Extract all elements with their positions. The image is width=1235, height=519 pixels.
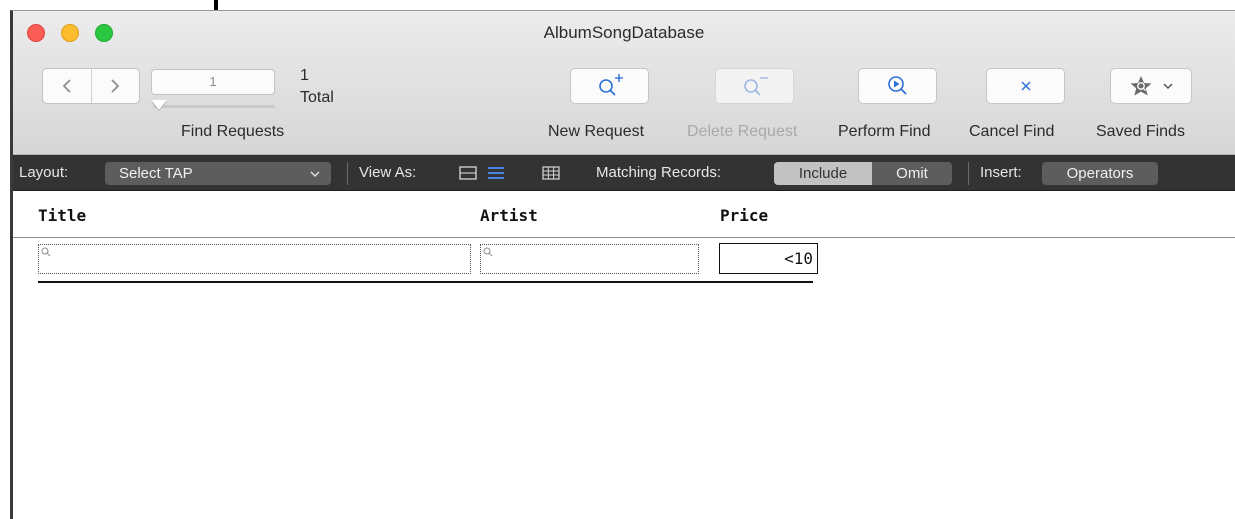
column-header-artist: Artist xyxy=(480,206,538,225)
cancel-find-button[interactable] xyxy=(986,68,1065,104)
magnifier-plus-icon xyxy=(598,74,623,96)
matching-records-label: Matching Records: xyxy=(596,164,722,181)
form-view-icon[interactable] xyxy=(459,165,477,181)
divider xyxy=(347,162,348,185)
chevron-right-icon xyxy=(111,79,120,93)
request-count: 1 xyxy=(300,67,309,84)
edge-mark xyxy=(214,0,218,10)
saved-finds-button[interactable] xyxy=(1110,68,1192,104)
view-as-label: View As: xyxy=(359,164,417,181)
new-request-label: New Request xyxy=(548,123,645,140)
request-divider xyxy=(38,281,813,283)
record-navigation xyxy=(42,68,140,104)
layout-label: Layout: xyxy=(19,164,69,181)
current-request-marker xyxy=(10,238,13,288)
artist-find-field[interactable] xyxy=(480,244,699,274)
next-record-button[interactable] xyxy=(90,69,140,103)
close-icon xyxy=(1021,81,1030,91)
perform-find-button[interactable] xyxy=(858,68,937,104)
header-divider xyxy=(13,237,1235,238)
insert-label: Insert: xyxy=(980,164,1022,181)
title-toolbar: AlbumSongDatabase 1 1 Total Find Request… xyxy=(13,11,1235,155)
app-window: AlbumSongDatabase 1 1 Total Find Request… xyxy=(10,10,1235,519)
delete-request-button[interactable] xyxy=(715,68,794,104)
window-title: AlbumSongDatabase xyxy=(543,23,705,42)
cancel-find-label: Cancel Find xyxy=(969,123,1055,140)
list-view-icon[interactable] xyxy=(487,165,505,181)
magnifier-play-icon xyxy=(887,76,907,95)
layout-select-value: Select TAP xyxy=(119,165,193,182)
find-requests-label: Find Requests xyxy=(181,123,285,140)
star-magnifier-icon xyxy=(1130,76,1152,96)
table-view-icon[interactable] xyxy=(542,165,560,181)
layout-bar: Layout: Select TAP View As: Matching Rec… xyxy=(13,155,1235,191)
include-toggle[interactable]: Include xyxy=(774,162,872,185)
title-find-field[interactable] xyxy=(38,244,471,274)
column-header-price: Price xyxy=(720,206,769,225)
chevron-down-icon xyxy=(1163,83,1173,90)
request-slider-knob[interactable] xyxy=(151,100,167,110)
perform-find-label: Perform Find xyxy=(838,123,931,140)
chevron-down-icon xyxy=(310,171,320,178)
magnifier-minus-icon xyxy=(743,77,768,96)
search-icon xyxy=(41,247,51,257)
saved-finds-label: Saved Finds xyxy=(1096,123,1185,140)
chevron-left-icon xyxy=(62,79,71,93)
column-header-title: Title xyxy=(38,206,87,225)
find-content-area: Title Artist Price <10 xyxy=(13,192,1235,519)
search-icon xyxy=(483,247,493,257)
request-slider-track[interactable] xyxy=(153,105,275,108)
previous-record-button[interactable] xyxy=(43,69,91,103)
request-total-label: Total xyxy=(300,89,334,106)
price-find-field[interactable]: <10 xyxy=(719,243,818,274)
new-request-button[interactable] xyxy=(570,68,649,104)
current-request-field[interactable]: 1 xyxy=(151,69,275,95)
operators-button[interactable]: Operators xyxy=(1042,162,1158,185)
divider xyxy=(968,162,969,185)
delete-request-label: Delete Request xyxy=(687,123,798,140)
layout-select[interactable]: Select TAP xyxy=(105,162,331,185)
omit-toggle[interactable]: Omit xyxy=(872,162,952,185)
